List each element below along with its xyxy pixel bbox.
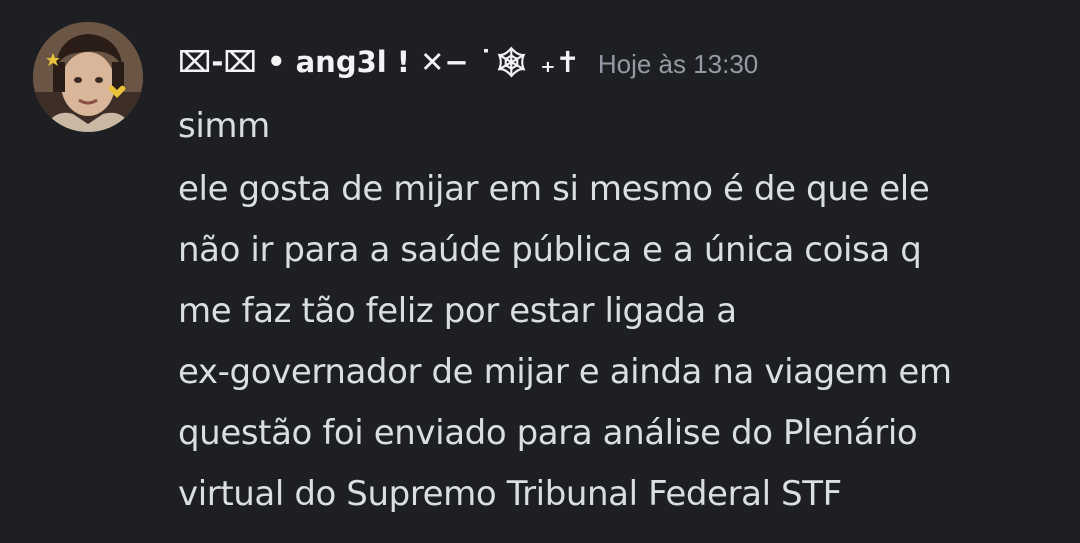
avatar-image xyxy=(33,22,143,132)
username[interactable]: ⌧-⌧ • ang3l ! ✕− ˙🕸 ₊✝ xyxy=(178,45,580,80)
user-avatar[interactable] xyxy=(33,22,143,132)
message-line: virtual do Supremo Tribunal Federal STF xyxy=(178,474,842,514)
message-line: não ir para a saúde pública e a única co… xyxy=(178,230,922,270)
message-line: ele gosta de mijar em si mesmo é de que … xyxy=(178,169,930,209)
message-line: simm xyxy=(178,106,270,146)
timestamp[interactable]: Hoje às 13:30 xyxy=(598,49,758,80)
message-line: questão foi enviado para análise do Plen… xyxy=(178,413,918,453)
message-line: me faz tão feliz por estar ligada a xyxy=(178,291,737,331)
chat-message: ⌧-⌧ • ang3l ! ✕− ˙🕸 ₊✝ Hoje às 13:30 sim… xyxy=(0,0,1080,543)
message-header: ⌧-⌧ • ang3l ! ✕− ˙🕸 ₊✝ Hoje às 13:30 xyxy=(178,36,758,88)
message-content: simm ele gosta de mijar em si mesmo é de… xyxy=(178,96,1068,525)
message-line: ex-governador de mijar e ainda na viagem… xyxy=(178,352,952,392)
